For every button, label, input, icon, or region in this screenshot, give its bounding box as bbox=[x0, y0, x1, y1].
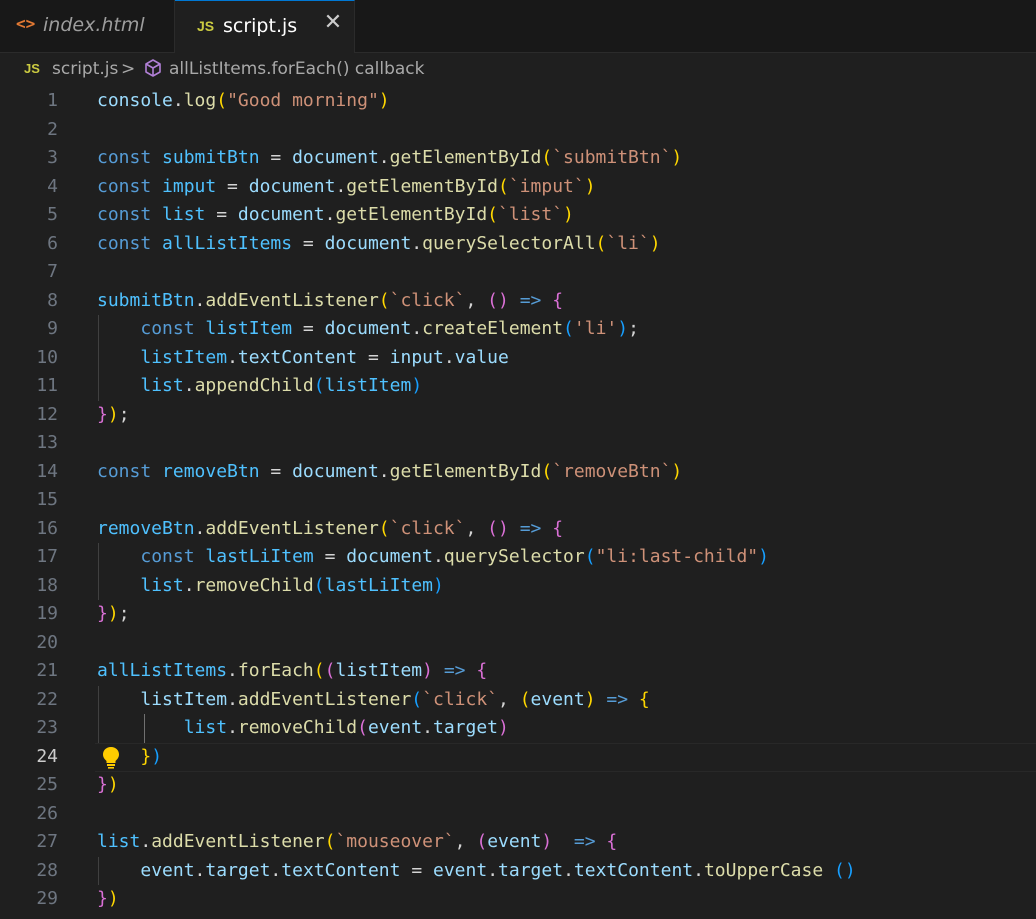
line-number: 4 bbox=[47, 175, 58, 197]
tab-script-js[interactable]: JS script.js ✕ bbox=[175, 0, 355, 53]
code-line[interactable]: 6 const allListItems = document.querySele… bbox=[0, 230, 1036, 259]
line-number: 17 bbox=[36, 546, 58, 567]
line-number: 2 bbox=[47, 118, 58, 140]
tab-label: index.html bbox=[43, 14, 145, 36]
line-number: 13 bbox=[36, 432, 58, 453]
close-tab-icon[interactable]: ✕ bbox=[321, 11, 345, 35]
code-line[interactable]: 7 bbox=[0, 258, 1036, 287]
code-text: event.target.textContent = event.target.… bbox=[140, 859, 856, 881]
code-text: list.addEventListener(`mouseover`, (even… bbox=[97, 831, 618, 852]
code-line[interactable]: 12}); bbox=[0, 401, 1036, 430]
tab-index-html[interactable]: <> index.html bbox=[0, 0, 175, 52]
code-line[interactable]: 10 listItem.textContent = input.value bbox=[0, 343, 1036, 372]
code-text: submitBtn.addEventListener(`click`, () =… bbox=[97, 289, 564, 311]
code-line[interactable]: 1 console.log("Good morning") bbox=[0, 87, 1036, 116]
code-text: console.log("Good morning") bbox=[97, 90, 390, 111]
code-text: list.removeChild(lastLiItem) bbox=[140, 574, 444, 596]
code-line[interactable]: 28 event.target.textContent = event.targ… bbox=[0, 856, 1036, 885]
code-line[interactable]: 20 bbox=[0, 629, 1036, 658]
code-text: }) bbox=[97, 888, 119, 909]
code-text: list.removeChild(event.target) bbox=[183, 717, 509, 738]
line-number: 19 bbox=[36, 603, 58, 624]
code-line[interactable]: 18 list.removeChild(lastLiItem) bbox=[0, 571, 1036, 600]
code-text: const imput = document.getElementById(`i… bbox=[97, 175, 596, 197]
line-number: 23 bbox=[36, 717, 58, 738]
js-file-icon: JS bbox=[197, 18, 215, 34]
tab-label: script.js bbox=[223, 15, 298, 37]
line-number: 1 bbox=[47, 90, 58, 111]
code-line[interactable]: 4 const imput = document.getElementById(`… bbox=[0, 173, 1036, 202]
code-line[interactable]: 15 bbox=[0, 486, 1036, 515]
code-line[interactable]: 13 bbox=[0, 429, 1036, 458]
tab-bar: <> index.html JS script.js ✕ bbox=[0, 0, 1036, 53]
line-number: 16 bbox=[36, 517, 58, 539]
code-line[interactable]: 27 list.addEventListener(`mouseover`, (ev… bbox=[0, 828, 1036, 857]
code-text: const list = document.getElementById(`li… bbox=[97, 204, 574, 225]
code-text: listItem.addEventListener(`click`, (even… bbox=[140, 688, 650, 710]
line-number: 12 bbox=[36, 403, 58, 425]
code-line[interactable]: 22 listItem.addEventListener(`click`, (e… bbox=[0, 685, 1036, 714]
chevron-right-icon: > bbox=[121, 59, 136, 79]
code-line[interactable]: 29}) bbox=[0, 885, 1036, 914]
code-line[interactable]: 9 const listItem = document.createElemen… bbox=[0, 315, 1036, 344]
breadcrumb-file[interactable]: script.js bbox=[52, 59, 118, 79]
code-editor[interactable]: 1 console.log("Good morning") 2 3 const subm… bbox=[0, 87, 1036, 919]
code-text: const removeBtn = document.getElementByI… bbox=[97, 460, 683, 482]
code-text: }); bbox=[97, 403, 130, 425]
line-number: 14 bbox=[36, 460, 58, 482]
code-line[interactable]: 24 }) bbox=[0, 742, 1036, 771]
line-number: 9 bbox=[47, 318, 58, 339]
line-number: 6 bbox=[47, 232, 58, 254]
js-file-icon: JS bbox=[24, 61, 40, 76]
line-number: 27 bbox=[36, 831, 58, 852]
line-number: 28 bbox=[36, 859, 58, 881]
code-line[interactable]: 3 const submitBtn = document.getElementBy… bbox=[0, 144, 1036, 173]
code-text: listItem.textContent = input.value bbox=[140, 346, 509, 368]
line-number: 25 bbox=[36, 774, 58, 795]
line-number: 24 bbox=[36, 745, 58, 767]
line-number: 10 bbox=[36, 346, 58, 368]
line-number: 29 bbox=[36, 888, 58, 909]
line-number: 18 bbox=[36, 574, 58, 596]
code-text: }) bbox=[97, 774, 119, 795]
line-number: 15 bbox=[36, 489, 58, 510]
code-line[interactable]: 21 allListItems.forEach((listItem) => { bbox=[0, 657, 1036, 686]
code-text: }); bbox=[97, 603, 130, 624]
code-text: }) bbox=[140, 745, 163, 767]
line-number: 5 bbox=[47, 204, 58, 225]
line-number: 8 bbox=[47, 289, 58, 311]
code-line[interactable]: 23 list.removeChild(event.target) bbox=[0, 714, 1036, 743]
code-line[interactable]: 25}) bbox=[0, 771, 1036, 800]
html-file-icon: <> bbox=[16, 14, 36, 33]
line-number: 21 bbox=[36, 660, 58, 681]
line-number: 7 bbox=[47, 261, 58, 282]
code-line[interactable]: 17 const lastLiItem = document.querySele… bbox=[0, 543, 1036, 572]
code-line[interactable]: 14 const removeBtn = document.getElementB… bbox=[0, 458, 1036, 487]
code-line[interactable]: 26 bbox=[0, 800, 1036, 829]
code-line[interactable]: 8 submitBtn.addEventListener(`click`, () … bbox=[0, 287, 1036, 316]
line-number: 3 bbox=[47, 147, 58, 168]
breadcrumb-symbol[interactable]: allListItems.forEach() callback bbox=[169, 59, 424, 79]
code-text: const listItem = document.createElement(… bbox=[140, 318, 639, 339]
lightbulb-icon[interactable] bbox=[100, 745, 122, 769]
code-line[interactable]: 11 list.appendChild(listItem) bbox=[0, 372, 1036, 401]
line-number: 20 bbox=[36, 631, 58, 653]
code-line[interactable]: 5 const list = document.getElementById(`l… bbox=[0, 201, 1036, 230]
code-text: const allListItems = document.querySelec… bbox=[97, 232, 661, 254]
line-number: 22 bbox=[36, 688, 58, 710]
code-text: allListItems.forEach((listItem) => { bbox=[97, 660, 488, 681]
symbol-method-icon bbox=[145, 59, 161, 77]
code-line[interactable]: 16 removeBtn.addEventListener(`click`, ()… bbox=[0, 515, 1036, 544]
line-number: 26 bbox=[36, 802, 58, 824]
code-text: removeBtn.addEventListener(`click`, () =… bbox=[97, 517, 564, 539]
code-line[interactable]: 2 bbox=[0, 116, 1036, 145]
code-text: const lastLiItem = document.querySelecto… bbox=[140, 546, 769, 567]
line-number: 11 bbox=[36, 375, 58, 396]
code-text: const submitBtn = document.getElementByI… bbox=[97, 147, 683, 168]
breadcrumb: JS script.js > allListItems.forEach() ca… bbox=[0, 53, 1036, 87]
code-text: list.appendChild(listItem) bbox=[140, 375, 423, 396]
code-line[interactable]: 19}); bbox=[0, 600, 1036, 629]
